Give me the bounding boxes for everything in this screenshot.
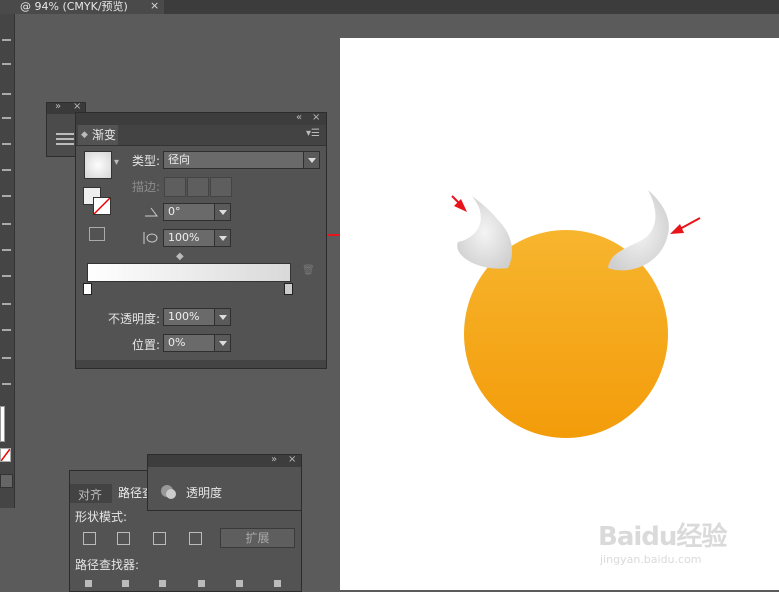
tool-icon[interactable] bbox=[2, 300, 11, 305]
left-horn[interactable] bbox=[457, 196, 513, 269]
location-field[interactable]: 0% bbox=[163, 334, 231, 352]
document-tab-title: @ 94% (CMYK/预览) bbox=[20, 0, 128, 13]
chevron-down-icon bbox=[303, 152, 319, 168]
menu-line-icon bbox=[56, 133, 74, 135]
midpoint-diamond-icon[interactable]: ◆ bbox=[176, 251, 184, 262]
trim-icon[interactable] bbox=[122, 580, 129, 587]
angle-field[interactable]: 0° bbox=[163, 203, 231, 221]
tool-icon[interactable] bbox=[2, 36, 11, 41]
crop-icon[interactable] bbox=[198, 580, 205, 587]
close-tab-icon[interactable]: × bbox=[150, 0, 159, 12]
collapse-icon[interactable]: » bbox=[55, 101, 61, 112]
close-panel-icon[interactable]: × bbox=[288, 454, 296, 465]
stroke-label: 描边: bbox=[131, 180, 160, 194]
panel-menu-icon[interactable]: ▾☰ bbox=[306, 128, 320, 139]
divide-icon[interactable] bbox=[85, 580, 92, 587]
opacity-field[interactable]: 100% bbox=[163, 308, 231, 326]
tab-toggle-icon: ◆ bbox=[81, 130, 88, 140]
tool-icon[interactable] bbox=[2, 380, 11, 385]
transparency-label: 透明度 bbox=[186, 486, 223, 500]
gradient-swatch[interactable] bbox=[84, 151, 112, 179]
tool-icon[interactable] bbox=[2, 326, 11, 331]
menu-line-icon bbox=[56, 138, 74, 140]
gradient-panel-tabs: ◆ 渐变 ▾☰ bbox=[76, 125, 326, 146]
panel-resize-bar[interactable] bbox=[76, 360, 326, 368]
none-slash-icon bbox=[1, 449, 10, 461]
collapse-icon[interactable]: « bbox=[296, 112, 302, 123]
gradient-panel-header[interactable]: « × bbox=[76, 112, 326, 125]
chevron-down-icon bbox=[214, 309, 230, 325]
aspect-ratio-icon bbox=[143, 232, 158, 244]
menu-line-icon bbox=[56, 143, 74, 145]
chevron-down-icon bbox=[214, 335, 230, 351]
tab-align[interactable]: 对齐 bbox=[78, 486, 102, 503]
intersect-icon[interactable] bbox=[153, 532, 166, 545]
screen-mode-icon[interactable] bbox=[0, 474, 13, 488]
pathfinders-label: 路径查找器: bbox=[75, 558, 140, 572]
tools-panel bbox=[0, 14, 15, 508]
watermark-url: jingyan.baidu.com bbox=[600, 553, 702, 566]
tool-icon[interactable] bbox=[2, 60, 11, 65]
stroke-box[interactable] bbox=[93, 197, 111, 215]
right-horn[interactable] bbox=[608, 190, 669, 271]
opacity-label: 不透明度: bbox=[107, 312, 160, 326]
chevron-down-icon bbox=[214, 204, 230, 220]
tool-icon[interactable] bbox=[2, 220, 11, 225]
arrow-right-horn bbox=[670, 217, 701, 234]
minus-front-icon[interactable] bbox=[117, 532, 130, 545]
location-value: 0% bbox=[168, 336, 186, 349]
exclude-icon[interactable] bbox=[189, 532, 202, 545]
none-slash-icon bbox=[94, 198, 110, 214]
tool-icon[interactable] bbox=[2, 272, 11, 277]
gradient-slider-bar[interactable] bbox=[87, 263, 291, 282]
document-tab[interactable]: @ 94% (CMYK/预览) × bbox=[0, 0, 164, 14]
type-select[interactable]: 径向 bbox=[163, 151, 320, 169]
shape-modes-label: 形状模式: bbox=[75, 510, 128, 524]
swatch-dropdown-icon[interactable]: ▾ bbox=[114, 157, 119, 168]
gradient-panel: « × ◆ 渐变 ▾☰ ▾ 类型: 径向 描边: 0° 100% ◆ 🗑 不透明… bbox=[75, 112, 327, 369]
location-label: 位置: bbox=[131, 338, 160, 352]
arrow-left-horn bbox=[451, 195, 467, 212]
tab-gradient-label: 渐变 bbox=[92, 128, 117, 142]
type-label: 类型: bbox=[131, 154, 160, 168]
color-stop-right[interactable] bbox=[284, 283, 293, 295]
stroke-along-button[interactable] bbox=[187, 177, 209, 197]
tool-icon[interactable] bbox=[2, 192, 11, 197]
merge-icon[interactable] bbox=[159, 580, 166, 587]
none-swatch[interactable] bbox=[0, 448, 11, 462]
tool-icon[interactable] bbox=[2, 114, 11, 119]
tool-icon[interactable] bbox=[2, 354, 11, 359]
collapse-icon[interactable]: » bbox=[271, 454, 277, 465]
fill-swatch[interactable] bbox=[0, 406, 5, 442]
watermark-logo: Baidu经验 bbox=[598, 522, 727, 552]
artwork-canvas bbox=[451, 190, 701, 438]
stroke-across-button[interactable] bbox=[210, 177, 232, 197]
minus-back-icon[interactable] bbox=[274, 580, 281, 587]
stroke-within-button[interactable] bbox=[164, 177, 186, 197]
trash-icon[interactable]: 🗑 bbox=[302, 265, 315, 276]
type-value: 径向 bbox=[168, 153, 190, 166]
chevron-down-icon bbox=[214, 230, 230, 246]
aspect-field[interactable]: 100% bbox=[163, 229, 231, 247]
unite-icon[interactable] bbox=[83, 532, 96, 545]
angle-icon bbox=[145, 207, 158, 217]
expand-button[interactable]: 扩展 bbox=[220, 528, 295, 548]
tool-icon[interactable] bbox=[2, 166, 11, 171]
transparency-panel: » × 透明度 bbox=[147, 454, 302, 511]
tool-icon[interactable] bbox=[2, 90, 11, 95]
reverse-gradient-icon[interactable] bbox=[89, 227, 105, 241]
tool-icon[interactable] bbox=[2, 140, 11, 145]
close-panel-icon[interactable]: × bbox=[312, 112, 320, 123]
close-panel-icon[interactable]: × bbox=[73, 101, 81, 112]
transparency-panel-header[interactable]: » × bbox=[148, 454, 301, 467]
opacity-value: 100% bbox=[168, 310, 200, 323]
tab-gradient[interactable]: ◆ 渐变 bbox=[78, 125, 118, 145]
outline-icon[interactable] bbox=[236, 580, 243, 587]
aspect-value: 100% bbox=[168, 231, 200, 244]
angle-value: 0° bbox=[168, 205, 181, 218]
transparency-icon bbox=[161, 485, 176, 499]
color-stop-left[interactable] bbox=[83, 283, 92, 295]
tool-icon[interactable] bbox=[2, 246, 11, 251]
